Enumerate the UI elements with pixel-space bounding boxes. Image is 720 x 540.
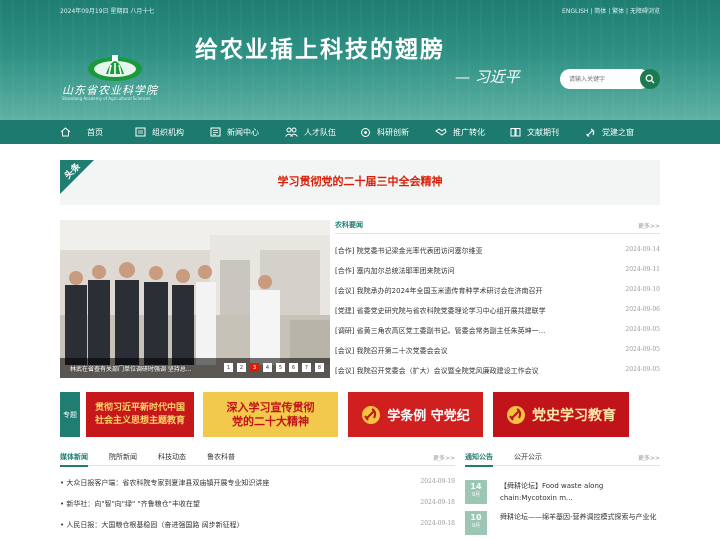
book-icon bbox=[510, 128, 521, 137]
slider-dot[interactable]: 1 bbox=[224, 363, 233, 372]
news-item[interactable]: [合作] 塞内加尔总统法耶率团来院访问 2024-09-11 bbox=[335, 266, 660, 280]
party-emblem-icon bbox=[507, 405, 525, 424]
nav-item-journals[interactable]: 文献期刊 bbox=[510, 120, 585, 144]
news-item[interactable]: [会议] 我院召开第二十次党委会会议 2024-09-05 bbox=[335, 346, 660, 360]
media-news-item[interactable]: • 人民日报：大国粮仓根基稳固（奋进强国路 阔步新征程） 2024-09-18 bbox=[60, 520, 455, 532]
topic-banner-twentieth-congress[interactable]: 深入学习宣传贯彻 党的二十大精神 bbox=[203, 392, 338, 437]
nav-item-home[interactable]: 首页 bbox=[60, 120, 135, 144]
topic-banner-party-history[interactable]: 党史学习教育 bbox=[493, 392, 629, 437]
media-news-item[interactable]: • 大众日报客户端：省农科院专家到夏津县双庙镇开展专业知识讲座 2024-09-1… bbox=[60, 478, 455, 490]
search-box bbox=[560, 69, 660, 89]
news-item[interactable]: [合作] 院党委书记梁金光率代表团访问塞尔维亚 2024-09-14 bbox=[335, 246, 660, 260]
lang-traditional-link[interactable]: 繁体 bbox=[612, 8, 624, 15]
agri-news-header: 农科要闻 更多>> bbox=[335, 220, 660, 234]
notice-title[interactable]: 舜耕论坛——绵羊基因-营养调控模式探索与产业化 bbox=[500, 511, 660, 523]
party-emblem-icon bbox=[362, 405, 381, 424]
accessibility-link[interactable]: 无障碍浏览 bbox=[630, 8, 660, 15]
home-icon bbox=[60, 127, 71, 137]
notice-title[interactable]: 【舜耕论坛】Food waste along chain:Mycotoxin m… bbox=[500, 480, 660, 504]
notice-item[interactable]: 10 9月 舜耕论坛——绵羊基因-营养调控模式探索与产业化 bbox=[465, 511, 660, 540]
agri-news-title[interactable]: 农科要闻 bbox=[335, 220, 363, 230]
search-button[interactable] bbox=[640, 69, 660, 89]
slider-dot[interactable]: 2 bbox=[237, 363, 246, 372]
org-icon bbox=[135, 127, 146, 137]
notices-more-link[interactable]: 更多>> bbox=[638, 453, 660, 462]
topic-banner-party-discipline[interactable]: 学条例 守党纪 bbox=[348, 392, 483, 437]
slider-pagination: 1 2 3 4 5 6 7 8 bbox=[220, 363, 324, 372]
tab-public-announcements[interactable]: 公开公示 bbox=[514, 452, 542, 462]
slider-dot[interactable]: 4 bbox=[263, 363, 272, 372]
headline-banner[interactable]: 头条 学习贯彻党的二十届三中全会精神 bbox=[60, 160, 660, 205]
news-item[interactable]: [党建] 省委党史研究院与省农科院党委理论学习中心组开展共建联学 2024-09-… bbox=[335, 306, 660, 320]
tab-institute-news[interactable]: 院所新闻 bbox=[109, 452, 137, 462]
agri-news-more-link[interactable]: 更多>> bbox=[638, 221, 660, 230]
slider-dot[interactable]: 5 bbox=[276, 363, 285, 372]
topics-label: 专题 bbox=[60, 392, 80, 437]
topic-banner-thought-education[interactable]: 贯彻习近平新时代中国 社会主义思想主题教育 bbox=[86, 392, 194, 437]
search-input[interactable] bbox=[560, 69, 650, 89]
notice-item[interactable]: 14 9月 【舜耕论坛】Food waste along chain:Mycot… bbox=[465, 480, 660, 510]
media-news-item[interactable]: • 新华社：向"智"向"绿" "齐鲁粮仓"丰收在望 2024-09-18 bbox=[60, 499, 455, 511]
tab-tech-updates[interactable]: 科技动态 bbox=[158, 452, 186, 462]
slider-dot-active[interactable]: 3 bbox=[250, 363, 259, 372]
nav-item-news-center[interactable]: 新闻中心 bbox=[210, 120, 285, 144]
current-date: 2024年09月19日 星期四 八月十七 bbox=[60, 8, 155, 15]
slider-dot[interactable]: 6 bbox=[289, 363, 298, 372]
news-photo[interactable] bbox=[60, 220, 330, 378]
notice-tabs: 通知公告 公开公示 更多>> bbox=[465, 452, 660, 467]
logo-name-en: Shandong Academy of Agricultural Science… bbox=[62, 96, 151, 101]
news-item[interactable]: [调研] 省黄三角农高区党工委副书记、管委会常务副主任朱英坤一... 2024-0… bbox=[335, 326, 660, 340]
headline-title[interactable]: 学习贯彻党的二十届三中全会精神 bbox=[60, 173, 660, 189]
media-more-link[interactable]: 更多>> bbox=[433, 453, 455, 462]
notice-date: 10 9月 bbox=[465, 511, 487, 535]
tab-science-popularization[interactable]: 鲁农科普 bbox=[207, 452, 235, 462]
notice-date: 14 9月 bbox=[465, 480, 487, 504]
news-item[interactable]: [会议] 我院召开党委会（扩大）会议暨全院党风廉政建设工作会议 2024-09-0… bbox=[335, 366, 660, 380]
media-tabs: 媒体新闻 院所新闻 科技动态 鲁农科普 更多>> bbox=[60, 452, 455, 467]
lang-english-link[interactable]: ENGLISH bbox=[562, 8, 588, 15]
search-icon bbox=[645, 74, 655, 84]
lang-simplified-link[interactable]: 简体 bbox=[594, 8, 606, 15]
nav-item-talent[interactable]: 人才队伍 bbox=[285, 120, 360, 144]
handshake-icon bbox=[435, 128, 447, 136]
agri-news-panel: 农科要闻 更多>> [合作] 院党委书记梁金光率代表团访问塞尔维亚 2024-09… bbox=[335, 220, 660, 380]
logo-emblem-icon[interactable] bbox=[86, 52, 144, 82]
photo-slider[interactable]: 林武在省查有关部门单位调研时强调 坚持总... 1 2 3 4 5 6 7 8 bbox=[60, 220, 330, 378]
nav-item-organization[interactable]: 组织机构 bbox=[135, 120, 210, 144]
party-icon bbox=[586, 127, 595, 137]
people-icon bbox=[285, 127, 298, 137]
tab-notices[interactable]: 通知公告 bbox=[465, 452, 493, 467]
nav-item-research[interactable]: 科研创新 bbox=[360, 120, 435, 144]
research-icon bbox=[361, 127, 370, 137]
tab-media-news[interactable]: 媒体新闻 bbox=[60, 452, 88, 467]
site-slogan: 给农业插上科技的翅膀 bbox=[195, 36, 445, 63]
language-links: ENGLISH | 简体 | 繁体 | 无障碍浏览 bbox=[562, 8, 660, 15]
slogan-signature: — 习近平 bbox=[455, 68, 520, 86]
slider-dot[interactable]: 8 bbox=[315, 363, 324, 372]
main-nav: 首页 组织机构 新闻中心 人才队伍 科研创新 推广转化 文献期刊 党建之窗 bbox=[0, 120, 720, 144]
news-item[interactable]: [会议] 我院承办的2024年全国玉米遗传育种学术研讨会在济南召开 2024-09… bbox=[335, 286, 660, 300]
site-header: 2024年09月19日 星期四 八月十七 ENGLISH | 简体 | 繁体 |… bbox=[0, 0, 720, 120]
slider-dot[interactable]: 7 bbox=[302, 363, 311, 372]
nav-item-promotion[interactable]: 推广转化 bbox=[435, 120, 510, 144]
news-icon bbox=[210, 127, 221, 137]
nav-item-party-building[interactable]: 党建之窗 bbox=[585, 120, 660, 144]
